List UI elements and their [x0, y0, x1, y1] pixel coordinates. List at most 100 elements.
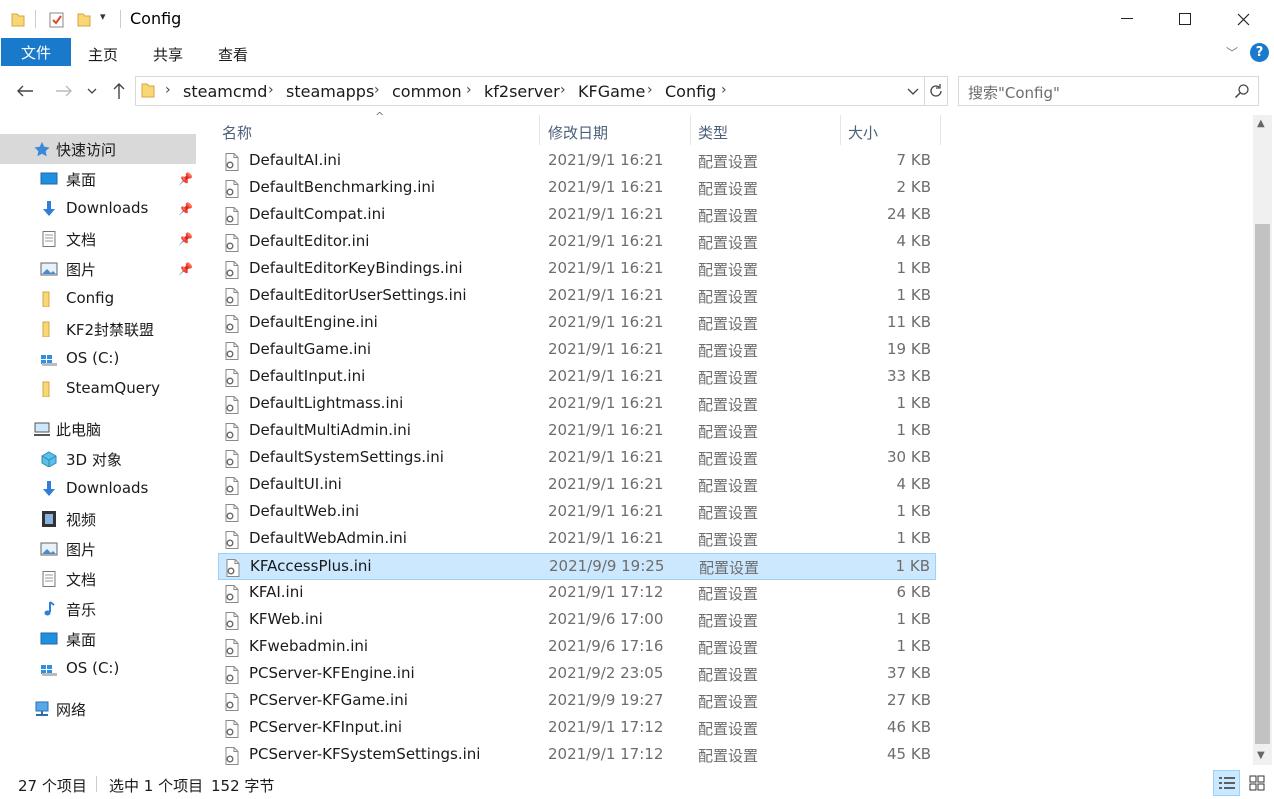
- status-selected: 选中 1 个项目: [109, 777, 204, 795]
- refresh-icon[interactable]: [928, 82, 944, 100]
- file-row[interactable]: KFAI.ini 2021/9/1 17:12 配置设置 6 KB: [218, 580, 936, 607]
- breadcrumb-separator-icon[interactable]: ›: [560, 82, 566, 98]
- breadcrumb-separator-icon[interactable]: ›: [165, 82, 171, 98]
- file-row[interactable]: DefaultCompat.ini 2021/9/1 16:21 配置设置 24 KB: [218, 202, 936, 229]
- large-icons-view-button[interactable]: [1243, 770, 1270, 796]
- tab-home[interactable]: 主页: [88, 44, 118, 65]
- ini-file-icon: [225, 477, 239, 495]
- breadcrumb-steamapps[interactable]: steamapps: [286, 82, 374, 101]
- sidebar-item-pc-desktop[interactable]: 桌面: [0, 624, 196, 654]
- column-divider[interactable]: [840, 115, 841, 145]
- back-button[interactable]: [13, 80, 37, 102]
- breadcrumb-steamcmd[interactable]: steamcmd: [183, 82, 267, 101]
- sidebar-item-steamquery[interactable]: SteamQuery: [0, 374, 196, 404]
- forward-button[interactable]: [52, 80, 76, 102]
- file-name: KFwebadmin.ini: [249, 637, 369, 655]
- sidebar-item-3d-objects[interactable]: 3D 对象: [0, 444, 196, 474]
- large-icons-view-icon: [1249, 775, 1264, 791]
- file-row[interactable]: DefaultSystemSettings.ini 2021/9/1 16:21 配…: [218, 445, 936, 472]
- tab-share[interactable]: 共享: [153, 44, 183, 65]
- new-folder-icon[interactable]: [76, 10, 92, 28]
- sidebar-item-pc-os-c[interactable]: OS (C:): [0, 654, 196, 684]
- file-row[interactable]: PCServer-KFInput.ini 2021/9/1 17:12 配置设置 46…: [218, 715, 936, 742]
- file-row[interactable]: DefaultMultiAdmin.ini 2021/9/1 16:21 配置设置 1…: [218, 418, 936, 445]
- file-name: DefaultGame.ini: [249, 340, 372, 358]
- sidebar-item-desktop[interactable]: 桌面 📌: [0, 164, 196, 194]
- sidebar-item-downloads[interactable]: Downloads 📌: [0, 194, 196, 224]
- breadcrumb-separator-icon[interactable]: ›: [647, 82, 653, 98]
- file-row[interactable]: PCServer-KFSystemSettings.ini 2021/9/1 17…: [218, 742, 936, 769]
- file-row[interactable]: DefaultAI.ini 2021/9/1 16:21 配置设置 7 KB: [218, 148, 936, 175]
- sidebar-item-pictures[interactable]: 图片 📌: [0, 254, 196, 284]
- help-icon[interactable]: ?: [1250, 43, 1269, 62]
- file-row[interactable]: PCServer-KFEngine.ini 2021/9/2 23:05 配置设置 3…: [218, 661, 936, 688]
- tab-file[interactable]: 文件: [1, 38, 71, 66]
- ribbon-expand-icon[interactable]: ﹀: [1226, 44, 1238, 61]
- file-date: 2021/9/1 17:12: [548, 583, 664, 601]
- address-history-chevron-icon[interactable]: [907, 88, 919, 96]
- breadcrumb-kfgame[interactable]: KFGame: [578, 82, 645, 101]
- sidebar-item-quick-access[interactable]: 快速访问: [0, 134, 196, 164]
- sidebar-item-kf2-ban-league[interactable]: KF2封禁联盟: [0, 314, 196, 344]
- sidebar-item-pc-downloads[interactable]: Downloads: [0, 474, 196, 504]
- file-row[interactable]: PCServer-KFGame.ini 2021/9/9 19:27 配置设置 27 …: [218, 688, 936, 715]
- file-name: DefaultMultiAdmin.ini: [249, 421, 411, 439]
- file-size: 1 KB: [896, 259, 931, 277]
- breadcrumb-config[interactable]: Config: [665, 82, 716, 101]
- sidebar-item-videos[interactable]: 视频: [0, 504, 196, 534]
- file-row[interactable]: DefaultEditorKeyBindings.ini 2021/9/1 16:…: [218, 256, 936, 283]
- breadcrumb-separator-icon[interactable]: ›: [466, 82, 472, 98]
- file-row[interactable]: DefaultWeb.ini 2021/9/1 16:21 配置设置 1 KB: [218, 499, 936, 526]
- up-button[interactable]: [107, 80, 131, 102]
- file-date: 2021/9/1 17:12: [548, 745, 664, 763]
- file-row[interactable]: DefaultGame.ini 2021/9/1 16:21 配置设置 19 KB: [218, 337, 936, 364]
- close-button[interactable]: [1214, 0, 1272, 38]
- column-header-name[interactable]: 名称: [222, 122, 252, 143]
- file-row[interactable]: KFwebadmin.ini 2021/9/6 17:16 配置设置 1 KB: [218, 634, 936, 661]
- column-header-size[interactable]: 大小: [848, 122, 878, 143]
- details-view-button[interactable]: [1213, 770, 1240, 796]
- search-icon[interactable]: [1234, 83, 1250, 99]
- breadcrumb-kf2server[interactable]: kf2server: [484, 82, 560, 101]
- column-divider[interactable]: [690, 115, 691, 145]
- file-row[interactable]: DefaultEditor.ini 2021/9/1 16:21 配置设置 4 KB: [218, 229, 936, 256]
- breadcrumb-separator-icon[interactable]: ›: [721, 82, 727, 98]
- column-header-date[interactable]: 修改日期: [548, 122, 608, 143]
- properties-icon[interactable]: [47, 10, 67, 30]
- file-row[interactable]: DefaultBenchmarking.ini 2021/9/1 16:21 配置设…: [218, 175, 936, 202]
- minimize-button[interactable]: [1098, 0, 1156, 38]
- file-row[interactable]: DefaultWebAdmin.ini 2021/9/1 16:21 配置设置 1 K…: [218, 526, 936, 553]
- tab-view[interactable]: 查看: [218, 44, 248, 65]
- column-divider[interactable]: [940, 115, 941, 145]
- sidebar-item-network[interactable]: 网络: [0, 694, 196, 724]
- file-row[interactable]: DefaultLightmass.ini 2021/9/1 16:21 配置设置 1 …: [218, 391, 936, 418]
- breadcrumb-separator-icon[interactable]: ›: [268, 82, 274, 98]
- file-row[interactable]: KFAccessPlus.ini 2021/9/9 19:25 配置设置 1 KB: [218, 553, 936, 580]
- column-divider[interactable]: [539, 115, 540, 145]
- file-row[interactable]: DefaultEditorUserSettings.ini 2021/9/1 16…: [218, 283, 936, 310]
- file-size: 1 KB: [896, 610, 931, 628]
- scrollbar-thumb[interactable]: [1255, 224, 1270, 744]
- sidebar-item-this-pc[interactable]: 此电脑: [0, 414, 196, 444]
- breadcrumb-common[interactable]: common: [392, 82, 462, 101]
- sidebar-item-pc-documents[interactable]: 文档: [0, 564, 196, 594]
- sidebar-item-pc-pictures[interactable]: 图片: [0, 534, 196, 564]
- file-name: DefaultBenchmarking.ini: [249, 178, 436, 196]
- recent-locations-button[interactable]: [82, 80, 102, 102]
- scroll-up-icon[interactable]: ▲: [1257, 118, 1265, 129]
- scroll-down-icon[interactable]: ▼: [1257, 750, 1265, 761]
- file-row[interactable]: KFWeb.ini 2021/9/6 17:00 配置设置 1 KB: [218, 607, 936, 634]
- sidebar-item-label: KF2封禁联盟: [66, 321, 155, 339]
- file-row[interactable]: DefaultEngine.ini 2021/9/1 16:21 配置设置 11 KB: [218, 310, 936, 337]
- sidebar-item-os-c[interactable]: OS (C:): [0, 344, 196, 374]
- breadcrumb-separator-icon[interactable]: ›: [374, 82, 380, 98]
- maximize-button[interactable]: [1156, 0, 1214, 38]
- column-header-type[interactable]: 类型: [698, 122, 728, 143]
- file-row[interactable]: DefaultInput.ini 2021/9/1 16:21 配置设置 33 KB: [218, 364, 936, 391]
- sidebar-item-music[interactable]: 音乐: [0, 594, 196, 624]
- file-type: 配置设置: [698, 423, 759, 441]
- customize-qat-icon[interactable]: ▾: [100, 10, 106, 23]
- sidebar-item-documents[interactable]: 文档 📌: [0, 224, 196, 254]
- sidebar-item-config[interactable]: Config: [0, 284, 196, 314]
- file-row[interactable]: DefaultUI.ini 2021/9/1 16:21 配置设置 4 KB: [218, 472, 936, 499]
